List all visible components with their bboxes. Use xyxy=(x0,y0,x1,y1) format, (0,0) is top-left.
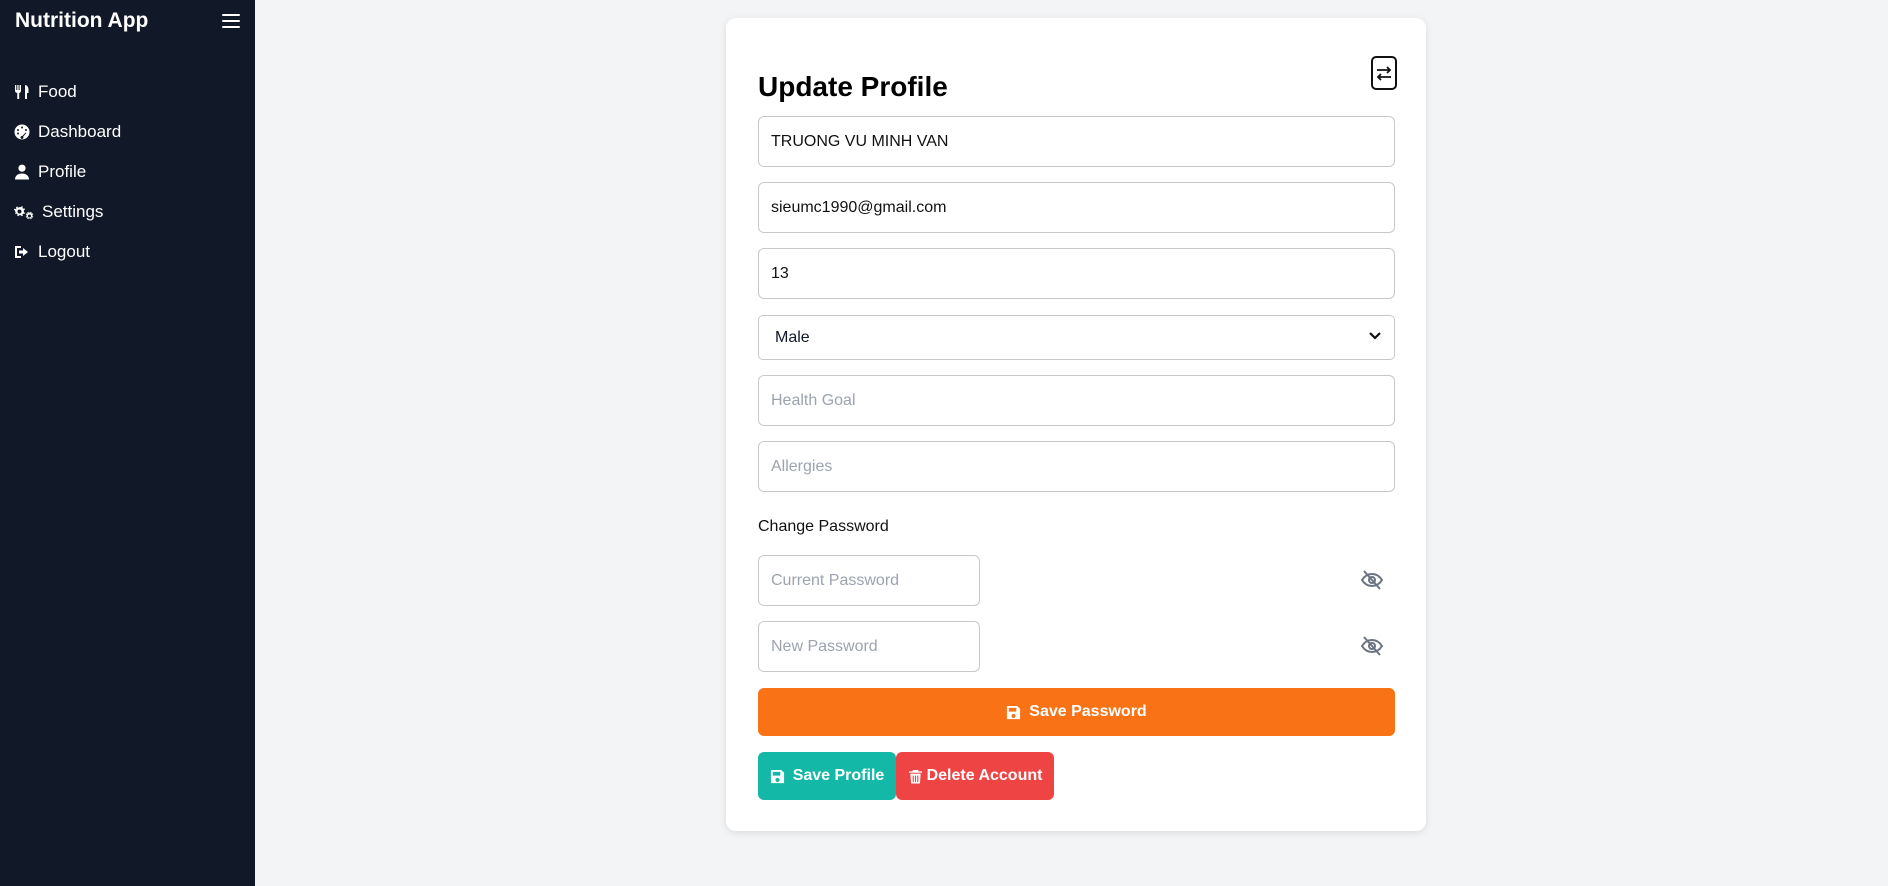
gauge-icon xyxy=(14,124,30,140)
trash-icon xyxy=(908,769,923,784)
sidebar-item-logout[interactable]: Logout xyxy=(14,232,121,272)
save-profile-button[interactable]: Save Profile xyxy=(758,752,896,800)
save-icon xyxy=(1006,705,1021,720)
update-profile-card: Update Profile Male Change Password Save… xyxy=(726,18,1426,831)
current-password-input[interactable] xyxy=(758,555,980,606)
sidebar-header: Nutrition App xyxy=(15,8,241,34)
eye-slash-icon[interactable] xyxy=(1360,636,1384,656)
sidebar-item-profile[interactable]: Profile xyxy=(14,152,121,192)
delete-account-button[interactable]: Delete Account xyxy=(896,752,1054,800)
save-profile-label: Save Profile xyxy=(792,767,885,784)
gender-selected-value: Male xyxy=(775,328,810,346)
eye-slash-icon[interactable] xyxy=(1360,570,1384,590)
delete-account-label: Delete Account xyxy=(926,767,1043,784)
email-input[interactable] xyxy=(758,182,1395,233)
swap-icon[interactable] xyxy=(1371,56,1397,90)
name-input[interactable] xyxy=(758,116,1395,167)
user-icon xyxy=(14,164,30,180)
sidebar-item-label: Dashboard xyxy=(38,122,122,141)
hamburger-menu-icon[interactable] xyxy=(221,12,241,30)
save-password-label: Save Password xyxy=(1029,703,1147,720)
chevron-down-icon xyxy=(1368,328,1382,347)
sidebar-item-food[interactable]: Food xyxy=(14,72,121,112)
sign-out-icon xyxy=(14,244,30,260)
app-title: Nutrition App xyxy=(15,9,149,32)
sidebar-item-settings[interactable]: Settings xyxy=(14,192,121,232)
sidebar: Nutrition App Food Dashboard Profile Set… xyxy=(0,0,255,886)
sidebar-item-label: Food xyxy=(38,82,77,101)
sidebar-nav: Food Dashboard Profile Settings Logout xyxy=(14,72,121,272)
sidebar-item-label: Profile xyxy=(38,162,87,181)
sidebar-item-label: Logout xyxy=(38,242,90,261)
sidebar-item-dashboard[interactable]: Dashboard xyxy=(14,112,121,152)
sidebar-item-label: Settings xyxy=(42,202,104,221)
save-password-button[interactable]: Save Password xyxy=(758,688,1395,736)
save-icon xyxy=(770,769,785,784)
allergies-input[interactable] xyxy=(758,441,1395,492)
cogs-icon xyxy=(14,204,34,220)
page-title: Update Profile xyxy=(758,71,948,102)
new-password-input[interactable] xyxy=(758,621,980,672)
change-password-label: Change Password xyxy=(758,518,889,535)
health-goal-input[interactable] xyxy=(758,375,1395,426)
age-input[interactable] xyxy=(758,248,1395,299)
gender-select[interactable]: Male xyxy=(758,315,1395,360)
utensils-icon xyxy=(14,84,30,100)
